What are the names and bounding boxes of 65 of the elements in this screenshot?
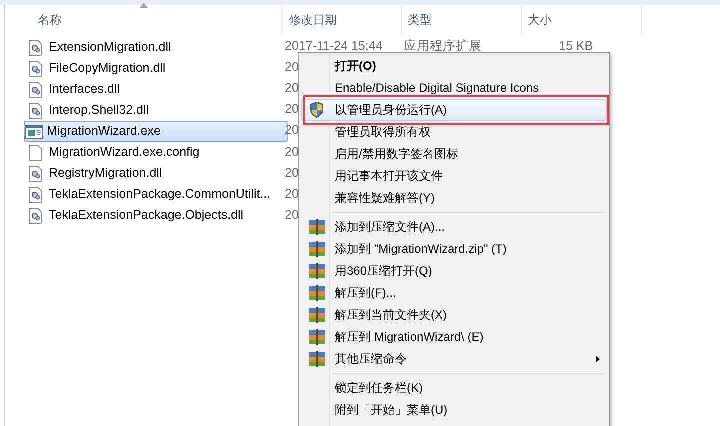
menu-item[interactable]: 用360压缩打开(Q) xyxy=(301,260,607,282)
menu-item[interactable]: 用记事本打开该文件 xyxy=(301,165,607,187)
menu-item-label: 启用/禁用数字签名图标 xyxy=(335,146,458,163)
file-date: 20 xyxy=(285,208,299,223)
menu-item-label: 锁定到任务栏(K) xyxy=(335,380,423,397)
dll-file-icon xyxy=(29,166,43,182)
dll-file-icon xyxy=(29,102,43,118)
column-header[interactable]: 名称 xyxy=(5,5,283,35)
archive-icon xyxy=(309,219,325,235)
archive-icon xyxy=(309,351,325,367)
menu-item-label: 附到「开始」菜单(U) xyxy=(335,402,448,419)
file-date: 20 xyxy=(285,60,299,76)
menu-item-label: 兼容性疑难解答(Y) xyxy=(335,190,435,207)
column-header[interactable]: 修改日期 xyxy=(283,5,402,35)
menu-item-label: Enable/Disable Digital Signature Icons xyxy=(335,80,540,97)
menu-item[interactable]: 启用/禁用数字签名图标 xyxy=(301,143,607,165)
column-header[interactable]: 类型 xyxy=(402,5,522,35)
blank-file-icon xyxy=(29,144,43,160)
dll-file-icon xyxy=(29,186,43,202)
file-date: 20 xyxy=(285,144,299,160)
menu-item[interactable]: 兼容性疑难解答(Y) xyxy=(301,187,607,209)
menu-item-label: 其他压缩命令 xyxy=(335,351,407,368)
menu-item-label: 添加到压缩文件(A)... xyxy=(335,219,445,236)
shield-icon xyxy=(310,102,324,118)
archive-icon xyxy=(309,307,325,323)
menu-item-label: 管理员取得所有权 xyxy=(335,124,431,141)
file-date: 20 xyxy=(285,166,299,181)
column-header[interactable]: 大小 xyxy=(522,5,642,35)
menu-item-label: 打开(O) xyxy=(335,58,376,75)
menu-item-label: 添加到 "MigrationWizard.zip" (T) xyxy=(335,241,507,258)
program-window-icon xyxy=(25,124,43,138)
menu-item-label: 用360压缩打开(Q) xyxy=(335,263,432,280)
file-date: 20 xyxy=(285,81,299,96)
menu-item[interactable]: 解压到(F)... xyxy=(301,282,607,304)
dll-file-icon xyxy=(29,82,43,98)
file-type: 应用程序扩展 xyxy=(404,39,482,54)
menu-item-label: 解压到(F)... xyxy=(335,285,396,302)
submenu-arrow-icon xyxy=(596,356,600,363)
menu-item[interactable]: 添加到 "MigrationWizard.zip" (T) xyxy=(301,238,607,260)
menu-item-label: 以管理员身份运行(A) xyxy=(335,102,447,119)
dll-file-icon xyxy=(29,60,43,76)
menu-item[interactable]: 锁定到任务栏(K) xyxy=(301,377,607,399)
menu-item-label: 解压到 MigrationWizard\ (E) xyxy=(335,329,484,346)
archive-icon xyxy=(309,329,325,345)
file-size: 15 KB xyxy=(559,39,594,54)
archive-icon xyxy=(309,263,325,279)
menu-item[interactable]: 打开(O) xyxy=(301,55,607,77)
menu-item[interactable]: 解压到 MigrationWizard\ (E) xyxy=(301,326,607,348)
archive-icon xyxy=(309,285,325,301)
dll-file-icon xyxy=(29,208,43,224)
menu-item-label: 用记事本打开该文件 xyxy=(335,168,443,185)
menu-item[interactable]: Enable/Disable Digital Signature Icons xyxy=(301,77,607,99)
menu-item-label: 解压到当前文件夹(X) xyxy=(335,307,447,324)
menu-item[interactable]: 以管理员身份运行(A) xyxy=(301,99,607,121)
sort-arrow-icon xyxy=(140,3,148,8)
menu-item[interactable]: 其他压缩命令 xyxy=(301,348,607,370)
menu-item[interactable]: 附到「开始」菜单(U) xyxy=(301,399,607,421)
menu-item[interactable]: 解压到当前文件夹(X) xyxy=(301,304,607,326)
file-date: 2017-11-24 15:44 xyxy=(285,39,383,54)
menu-item[interactable]: 添加到压缩文件(A)... xyxy=(301,216,607,238)
dll-file-icon xyxy=(29,40,43,56)
file-date: 20 xyxy=(285,102,299,118)
file-date: 20 xyxy=(285,186,299,202)
archive-icon xyxy=(309,241,325,257)
menu-item[interactable]: 管理员取得所有权 xyxy=(301,121,607,143)
